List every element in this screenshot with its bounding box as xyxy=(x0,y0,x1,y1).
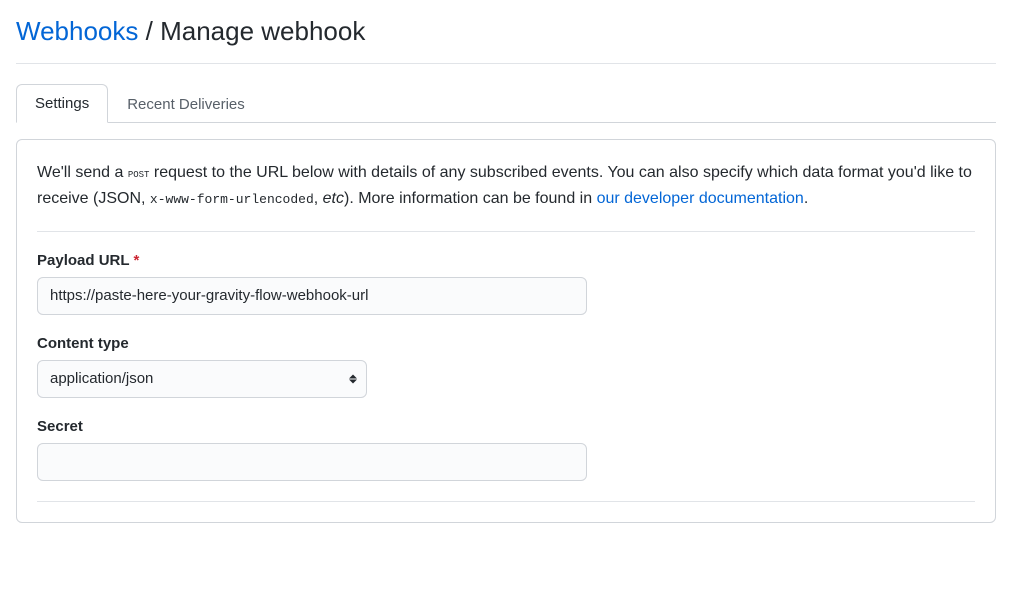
secret-input[interactable] xyxy=(37,443,587,481)
post-code: POST xyxy=(128,166,150,181)
payload-url-label: Payload URL* xyxy=(37,252,975,269)
breadcrumb-parent-link[interactable]: Webhooks xyxy=(16,16,138,46)
breadcrumb: Webhooks / Manage webhook xyxy=(16,16,996,64)
secret-group: Secret xyxy=(37,418,975,481)
description-text: We'll send a POST request to the URL bel… xyxy=(37,160,975,232)
breadcrumb-separator: / xyxy=(146,16,153,46)
content-type-select[interactable]: application/json xyxy=(37,360,367,398)
settings-panel: We'll send a POST request to the URL bel… xyxy=(16,139,996,523)
required-asterisk: * xyxy=(134,252,140,269)
payload-url-group: Payload URL* xyxy=(37,252,975,315)
divider xyxy=(37,501,975,502)
tab-recent-deliveries[interactable]: Recent Deliveries xyxy=(108,84,264,123)
tab-settings[interactable]: Settings xyxy=(16,84,108,123)
tab-bar: Settings Recent Deliveries xyxy=(16,84,996,123)
payload-url-input[interactable] xyxy=(37,277,587,315)
breadcrumb-current: Manage webhook xyxy=(160,16,365,46)
secret-label: Secret xyxy=(37,418,975,435)
encoded-code: x-www-form-urlencoded xyxy=(150,192,314,207)
content-type-label: Content type xyxy=(37,335,975,352)
content-type-group: Content type application/json xyxy=(37,335,975,398)
developer-docs-link[interactable]: our developer documentation xyxy=(597,190,804,207)
